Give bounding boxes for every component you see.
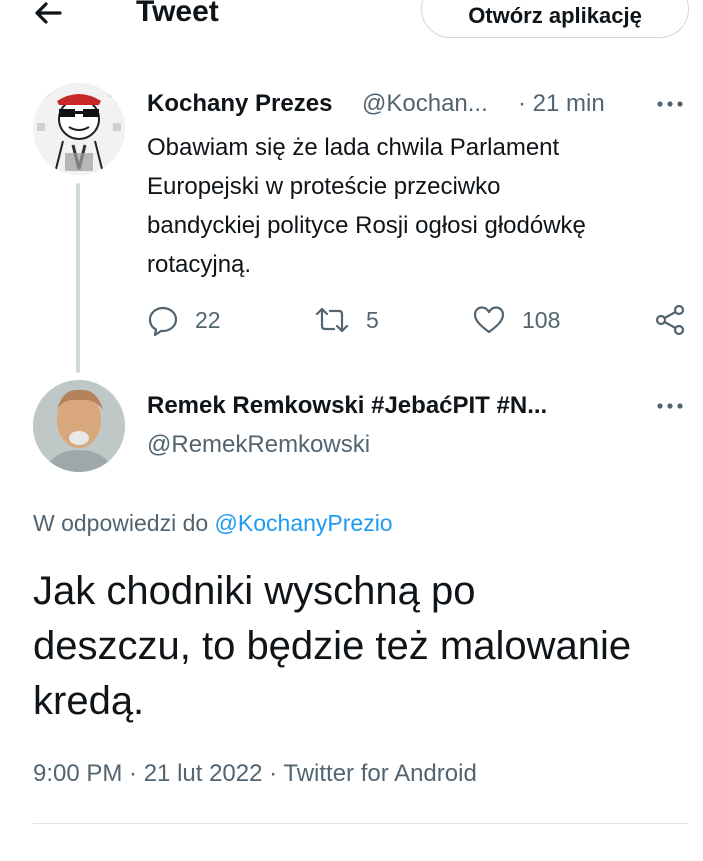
reply-text-line: Jak chodniki wyschną po [33, 569, 476, 613]
divider [33, 823, 688, 824]
tweet-text-line: Europejski w proteście przeciwko [147, 173, 501, 200]
open-app-button[interactable]: Otwórz aplikację [421, 0, 689, 38]
reply-author-handle[interactable]: @RemekRemkowski [147, 430, 370, 460]
avatar[interactable] [33, 380, 125, 472]
like-count: 108 [522, 306, 561, 333]
reply-text-line: kredą. [33, 679, 145, 723]
tweet-text-line: Obawiam się że lada chwila Parlament [147, 134, 560, 161]
tweet-text-line: bandyckiej polityce Rosji ogłosi głodówk… [147, 212, 586, 239]
retweet-count: 5 [366, 306, 379, 333]
page-title: Tweet [136, 0, 219, 28]
tweet-timestamp[interactable]: · 21 min [518, 89, 605, 119]
tweet-text-line: rotacyjną. [147, 251, 252, 278]
like-button[interactable]: 108 [472, 304, 560, 336]
more-options-icon[interactable] [654, 92, 686, 116]
tweet-text: Obawiam się że lada chwila Parlament Eur… [147, 128, 677, 284]
reply-text: Jak chodniki wyschną po deszczu, to będz… [33, 564, 693, 729]
replying-to-prefix: W odpowiedzi do [33, 510, 209, 536]
reply-icon [148, 306, 178, 336]
share-button[interactable] [654, 304, 686, 336]
avatar[interactable] [33, 83, 125, 175]
reply-text-line: deszczu, to będzie też malowanie [33, 624, 632, 668]
mention-link[interactable]: @KochanyPrezio [215, 510, 393, 536]
tweet-meta: 9:00 PM · 21 lut 2022 · Twitter for Andr… [33, 760, 477, 787]
heart-icon [473, 306, 505, 334]
tweet-author-name[interactable]: Kochany Prezes [147, 89, 332, 119]
replying-to-label: W odpowiedzi do @KochanyPrezio [33, 508, 393, 538]
more-options-icon[interactable] [654, 394, 686, 418]
tweet-author-handle[interactable]: @Kochan... [362, 89, 488, 119]
thread-connector-line [76, 183, 80, 373]
retweet-icon [315, 307, 349, 333]
reply-button[interactable]: 22 [147, 304, 221, 336]
back-arrow-icon[interactable] [30, 0, 70, 30]
retweet-button[interactable]: 5 [314, 304, 379, 336]
reply-author-name[interactable]: Remek Remkowski #JebaćPIT #N... [147, 391, 547, 421]
share-icon [655, 304, 685, 336]
reply-count: 22 [195, 306, 221, 333]
